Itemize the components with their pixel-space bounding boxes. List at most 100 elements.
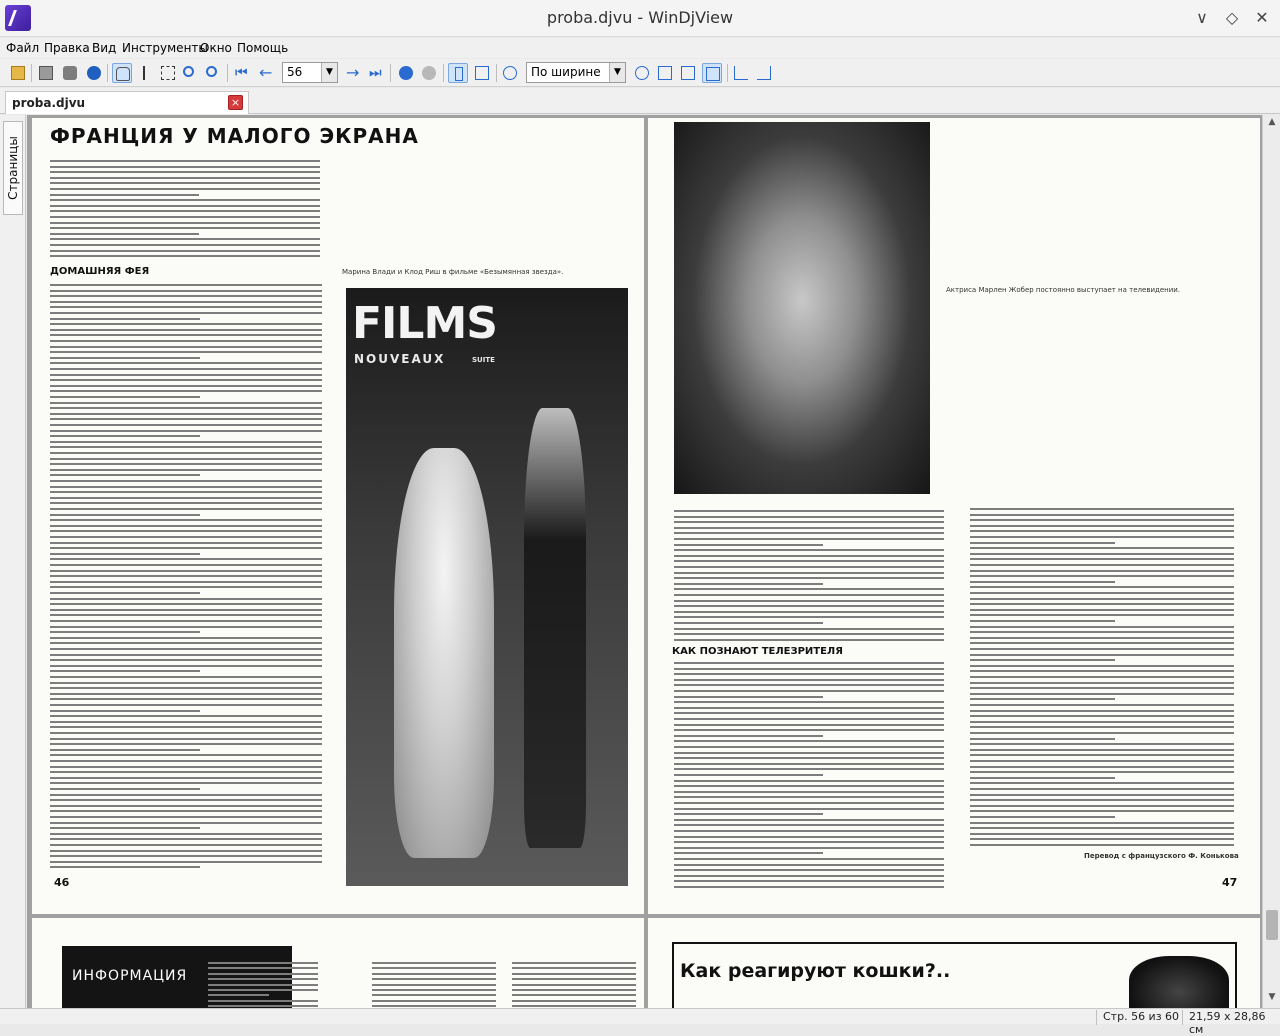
menu-view[interactable]: Вид bbox=[92, 41, 116, 55]
magnify-icon[interactable] bbox=[203, 63, 223, 83]
text-line bbox=[674, 768, 944, 771]
text-line bbox=[50, 496, 322, 499]
scroll-down-icon[interactable]: ▼ bbox=[1266, 992, 1278, 1004]
text-line bbox=[50, 295, 322, 298]
menu-window[interactable]: Окно bbox=[200, 41, 232, 55]
text-line bbox=[50, 737, 322, 740]
open-icon[interactable] bbox=[8, 63, 28, 83]
hand-tool-icon[interactable] bbox=[112, 63, 132, 83]
text-line bbox=[50, 188, 320, 190]
text-line bbox=[674, 846, 944, 849]
toolbar-separator bbox=[496, 64, 497, 82]
text-line bbox=[50, 681, 322, 684]
text-line bbox=[512, 972, 636, 975]
chevron-down-icon[interactable]: ▼ bbox=[609, 63, 625, 82]
text-line bbox=[50, 608, 322, 611]
fit-width-icon[interactable] bbox=[655, 63, 675, 83]
document-tab-label: proba.djvu bbox=[12, 96, 86, 110]
rect-select-icon[interactable] bbox=[158, 63, 178, 83]
document-tab[interactable]: proba.djvu × bbox=[5, 91, 249, 114]
text-line bbox=[50, 564, 322, 566]
text-line bbox=[50, 687, 322, 690]
text-line bbox=[970, 631, 1234, 634]
text-line bbox=[50, 715, 322, 718]
vertical-scrollbar[interactable]: ▲ ▼ bbox=[1262, 115, 1280, 1008]
text-line bbox=[674, 554, 944, 557]
last-page-icon[interactable]: ⏭ bbox=[366, 63, 386, 83]
text-line bbox=[50, 855, 322, 858]
text-line bbox=[674, 616, 944, 619]
info-icon[interactable] bbox=[84, 63, 104, 83]
text-line bbox=[50, 832, 322, 835]
text-line bbox=[50, 418, 322, 421]
text-line bbox=[970, 844, 1234, 846]
single-page-icon[interactable] bbox=[448, 63, 468, 83]
text-line bbox=[970, 642, 1234, 645]
text-line bbox=[674, 734, 823, 737]
menu-tools[interactable]: Инструменты bbox=[122, 41, 208, 55]
facing-pages-icon[interactable] bbox=[472, 63, 492, 83]
chevron-down-icon[interactable]: ▼ bbox=[321, 63, 337, 82]
text-line bbox=[50, 631, 200, 634]
text-line bbox=[674, 746, 944, 748]
next-page-icon[interactable]: → bbox=[343, 63, 363, 83]
actual-size-icon[interactable] bbox=[702, 63, 722, 83]
print-icon[interactable] bbox=[36, 63, 56, 83]
close-icon[interactable]: ✕ bbox=[1251, 7, 1273, 29]
text-line bbox=[970, 558, 1234, 561]
zoom-combo[interactable]: По ширине ▼ bbox=[526, 62, 626, 83]
scroll-up-icon[interactable]: ▲ bbox=[1266, 117, 1278, 129]
scrollbar-thumb[interactable] bbox=[1266, 910, 1278, 940]
text-line bbox=[50, 328, 322, 331]
minimize-icon[interactable]: ∨ bbox=[1191, 7, 1213, 29]
back-icon[interactable] bbox=[396, 63, 416, 83]
document-viewer[interactable]: ФРАНЦИЯ У МАЛОГО ЭКРАНА ДОМАШНЯЯ ФЕЯ Мар… bbox=[27, 115, 1262, 1008]
pages-panel-tab[interactable]: Страницы bbox=[3, 121, 23, 215]
text-line bbox=[674, 863, 944, 866]
text-line bbox=[970, 737, 1116, 740]
rotate-left-icon[interactable] bbox=[731, 63, 751, 83]
text-line bbox=[50, 844, 322, 846]
zoom-value: По ширине bbox=[531, 65, 601, 79]
text-line bbox=[50, 793, 322, 796]
rotate-right-icon[interactable] bbox=[754, 63, 774, 83]
toolbar: ⏮ ← 56 ▼ → ⏭ По ширине ▼ bbox=[0, 59, 1280, 87]
text-line bbox=[674, 690, 944, 692]
maximize-icon[interactable]: ◇ bbox=[1221, 7, 1243, 29]
text-line bbox=[512, 1005, 636, 1008]
text-line bbox=[674, 526, 944, 529]
page-left: ФРАНЦИЯ У МАЛОГО ЭКРАНА ДОМАШНЯЯ ФЕЯ Мар… bbox=[32, 118, 644, 914]
cats-heading: Как реагируют кошки?.. bbox=[680, 960, 951, 982]
zoom-icon[interactable] bbox=[180, 63, 200, 83]
toolbar-separator bbox=[727, 64, 728, 82]
zoom-in-icon[interactable] bbox=[632, 63, 652, 83]
zoom-out-icon[interactable] bbox=[500, 63, 520, 83]
status-page: Стр. 56 из 60 bbox=[1096, 1010, 1185, 1025]
text-line bbox=[50, 743, 322, 746]
text-line bbox=[970, 530, 1234, 533]
text-line bbox=[674, 543, 823, 546]
text-line bbox=[50, 838, 322, 841]
find-icon[interactable] bbox=[60, 63, 80, 83]
text-line bbox=[50, 788, 200, 790]
text-line bbox=[50, 424, 322, 426]
text-line bbox=[970, 793, 1234, 796]
text-line bbox=[674, 835, 944, 838]
forward-icon[interactable] bbox=[419, 63, 439, 83]
close-tab-icon[interactable]: × bbox=[228, 95, 243, 110]
text-select-icon[interactable] bbox=[136, 63, 156, 83]
fit-page-icon[interactable] bbox=[678, 63, 698, 83]
first-page-icon[interactable]: ⏮ bbox=[232, 63, 252, 83]
text-line bbox=[372, 994, 496, 997]
text-line bbox=[50, 670, 200, 673]
text-line bbox=[50, 356, 200, 359]
prev-page-icon[interactable]: ← bbox=[256, 63, 276, 83]
menu-help[interactable]: Помощь bbox=[237, 41, 288, 55]
sidebar: Страницы bbox=[0, 115, 26, 1008]
text-line bbox=[512, 999, 636, 1002]
text-line bbox=[970, 760, 1234, 762]
menu-edit[interactable]: Правка bbox=[44, 41, 90, 55]
page-number-combo[interactable]: 56 ▼ bbox=[282, 62, 338, 83]
menu-file[interactable]: Файл bbox=[6, 41, 39, 55]
cats-banner: Как реагируют кошки?.. bbox=[672, 942, 1237, 1008]
